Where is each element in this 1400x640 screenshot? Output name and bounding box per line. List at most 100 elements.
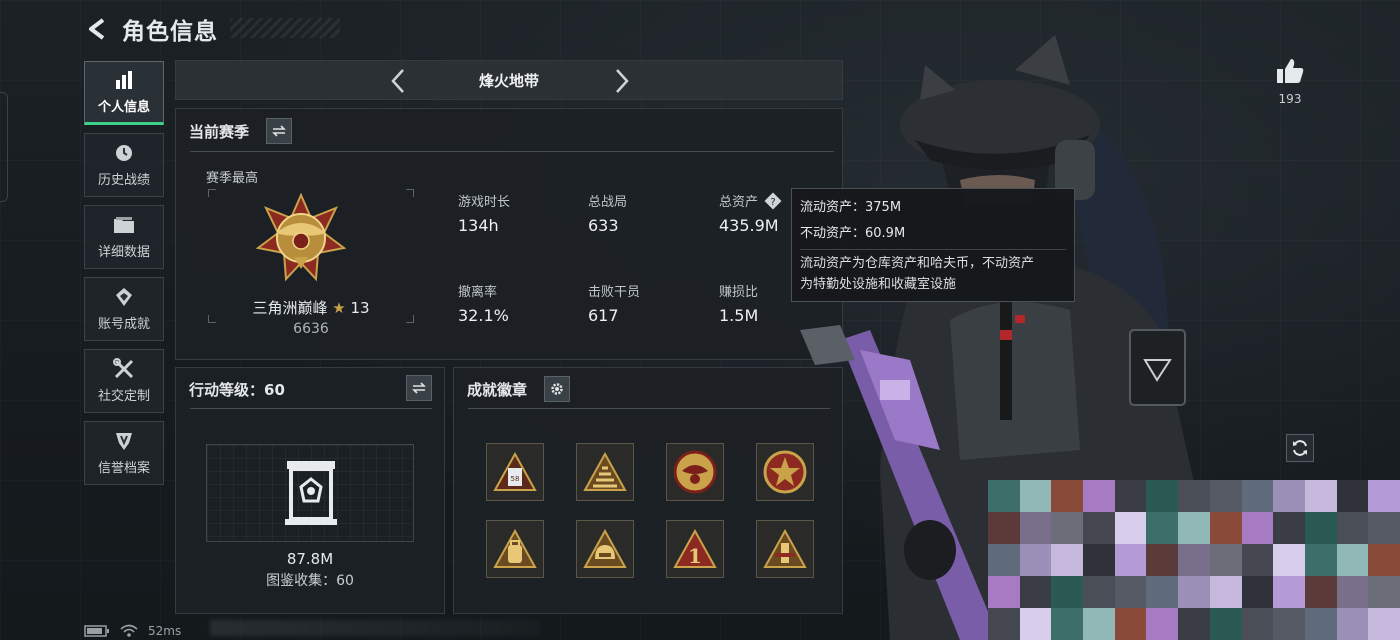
display-case-icon bbox=[285, 461, 337, 525]
page-title: 角色信息 bbox=[122, 19, 218, 45]
mosaic-cell bbox=[1209, 608, 1242, 640]
nav-label: 详细数据 bbox=[97, 245, 150, 260]
mosaic-cell bbox=[1273, 480, 1305, 512]
svg-text:58: 58 bbox=[511, 475, 520, 483]
badge-panel: 成就徽章 58 1 bbox=[453, 367, 843, 614]
mosaic-cell bbox=[1083, 512, 1115, 544]
blurred-footer bbox=[210, 620, 540, 636]
rank-stars: 13 bbox=[350, 299, 370, 317]
stat-label: 总战局 bbox=[588, 195, 628, 210]
season-subtitle: 赛季最高 bbox=[206, 171, 259, 186]
wifi-icon bbox=[120, 624, 138, 637]
stat-label: 赚损比 bbox=[719, 285, 759, 300]
nav-item-achievements[interactable]: 账号成就 bbox=[84, 277, 164, 341]
nav-item-detailed-data[interactable]: 详细数据 bbox=[84, 205, 164, 269]
edge-handle[interactable] bbox=[0, 92, 8, 202]
tooltip-desc-line: 流动资产为仓库资产和哈夫币，不动资产 bbox=[800, 256, 1035, 271]
eagle-medal-icon[interactable] bbox=[666, 443, 724, 501]
stat-value: 633 bbox=[588, 216, 619, 235]
stat-value: 1.5M bbox=[719, 306, 759, 325]
badge-settings-button[interactable] bbox=[544, 376, 570, 402]
mosaic-cell bbox=[1146, 480, 1179, 512]
season-title: 当前赛季 bbox=[189, 123, 250, 141]
mosaic-cell bbox=[1209, 480, 1242, 512]
mosaic-cell bbox=[988, 512, 1020, 544]
mosaic-cell bbox=[1019, 512, 1052, 544]
nav-label: 社交定制 bbox=[97, 389, 150, 404]
mosaic-cell bbox=[1178, 608, 1210, 640]
level-switch-button[interactable] bbox=[406, 375, 432, 401]
bar-chart-icon bbox=[113, 69, 135, 91]
mosaic-cell bbox=[1336, 480, 1369, 512]
shield-icon bbox=[113, 430, 135, 452]
stat-label: 撤离率 bbox=[458, 285, 498, 300]
stairs-badge-icon[interactable] bbox=[576, 443, 634, 501]
mosaic-cell bbox=[1368, 512, 1400, 544]
stat-profit-ratio: 赚损比 1.5M bbox=[719, 281, 758, 325]
mosaic-cell bbox=[1304, 544, 1337, 576]
mosaic-cell bbox=[1241, 576, 1274, 608]
stat-label: 游戏时长 bbox=[458, 195, 511, 210]
mosaic-cell bbox=[1051, 576, 1084, 608]
nav-label: 个人信息 bbox=[97, 100, 150, 115]
mosaic-cell bbox=[1083, 608, 1115, 640]
svg-text:1: 1 bbox=[688, 544, 702, 568]
mosaic-cell bbox=[1336, 512, 1369, 544]
back-arrow-icon[interactable] bbox=[84, 16, 110, 42]
season-switch-button[interactable] bbox=[266, 118, 292, 144]
mode-name: 烽火地带 bbox=[478, 71, 539, 90]
mosaic-cell bbox=[1146, 512, 1179, 544]
backpack-badge-icon[interactable] bbox=[486, 520, 544, 578]
side-nav: 个人信息 历史战绩 详细数据 账号成就 社交定制 信誉档案 bbox=[84, 61, 164, 493]
status-bar: 52ms bbox=[84, 624, 181, 638]
helmet-badge-icon[interactable] bbox=[576, 520, 634, 578]
mosaic-cell bbox=[988, 480, 1020, 512]
mosaic-cell bbox=[988, 544, 1020, 576]
tooltip-fixed-assets: 不动资产：60.9M bbox=[800, 226, 906, 241]
mosaic-cell bbox=[1051, 480, 1084, 512]
mosaic-cell bbox=[1304, 480, 1337, 512]
stat-label-row: 总资产 ? bbox=[719, 191, 782, 210]
stat-extract-rate: 撤离率 32.1% bbox=[458, 281, 509, 325]
mosaic-cell bbox=[1368, 576, 1400, 608]
screen: 角色信息 个人信息 历史战绩 详细数据 账号成就 社交定制 信誉档案 烽火地带 … bbox=[0, 0, 1400, 640]
nav-item-history[interactable]: 历史战绩 bbox=[84, 133, 164, 197]
badge-title: 成就徽章 bbox=[467, 381, 528, 399]
gear-icon bbox=[551, 383, 563, 395]
rank-name: 三角洲巅峰 bbox=[252, 299, 328, 317]
clock-icon bbox=[113, 142, 135, 164]
mosaic-cell bbox=[1051, 608, 1084, 640]
mosaic-cell bbox=[1336, 544, 1369, 576]
mosaic-cell bbox=[1368, 544, 1400, 576]
mosaic-cell bbox=[1146, 576, 1179, 608]
help-icon[interactable]: ? bbox=[764, 192, 782, 210]
collection-showcase[interactable] bbox=[206, 444, 414, 542]
mosaic-cell bbox=[1336, 608, 1369, 640]
season-divider bbox=[190, 151, 834, 152]
tooltip-desc-line: 为特勤处设施和收藏室设施 bbox=[800, 277, 957, 292]
mosaic-cell bbox=[1114, 544, 1147, 576]
mosaic-cell bbox=[1178, 512, 1210, 544]
mosaic-cell bbox=[1209, 544, 1242, 576]
nav-item-personal-info[interactable]: 个人信息 bbox=[84, 61, 164, 125]
stat-total-matches: 总战局 633 bbox=[588, 191, 627, 235]
mosaic-cell bbox=[988, 608, 1020, 640]
mosaic-cell bbox=[1304, 576, 1337, 608]
mosaic-cell bbox=[1114, 480, 1147, 512]
mosaic-cell bbox=[1241, 480, 1274, 512]
refresh-button[interactable] bbox=[1286, 434, 1314, 462]
nav-item-credit-record[interactable]: 信誉档案 bbox=[84, 421, 164, 485]
number-one-badge-icon[interactable]: 1 bbox=[666, 520, 724, 578]
mosaic-cell bbox=[1273, 608, 1305, 640]
nav-label: 信誉档案 bbox=[97, 461, 150, 476]
prev-mode-button[interactable] bbox=[384, 67, 412, 95]
badge-divider bbox=[468, 408, 830, 409]
like-widget[interactable]: 193 bbox=[1272, 58, 1308, 106]
stat-value: 32.1% bbox=[458, 306, 509, 325]
next-mode-button[interactable] bbox=[608, 67, 636, 95]
mosaic-cell bbox=[1051, 512, 1084, 544]
ticket-badge-icon[interactable]: 58 bbox=[486, 443, 544, 501]
tooltip-divider bbox=[800, 249, 1066, 250]
thumbs-up-icon[interactable] bbox=[1272, 58, 1308, 88]
nav-item-social-custom[interactable]: 社交定制 bbox=[84, 349, 164, 413]
